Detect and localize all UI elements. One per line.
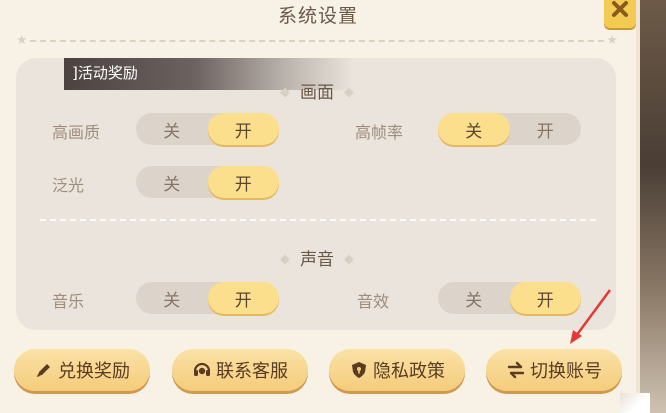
switch-account-button[interactable]: 切换账号: [486, 349, 622, 391]
toggle-music[interactable]: 关 开: [136, 282, 279, 314]
toggle-bloom[interactable]: 关 开: [136, 166, 279, 198]
section-title-text: 画面: [300, 83, 334, 103]
background-scene: [636, 0, 666, 413]
star-icon: ★: [606, 33, 618, 48]
diamond-icon: ◆: [344, 252, 354, 267]
setting-label-high-quality: 高画质: [52, 123, 101, 142]
annotation-arrow-icon: [570, 289, 612, 344]
toggle-option-off[interactable]: 关: [136, 113, 208, 145]
headset-icon: [192, 360, 212, 380]
header-divider: ★ ★: [16, 33, 618, 48]
swap-arrows-icon: [506, 360, 526, 380]
diamond-icon: ◆: [280, 252, 290, 267]
toggle-option-on[interactable]: 开: [510, 113, 582, 145]
toggle-option-off[interactable]: 关: [438, 282, 510, 314]
toggle-option-off[interactable]: 关: [438, 113, 510, 145]
toggle-high-framerate[interactable]: 关 开: [438, 113, 581, 145]
redeem-rewards-button[interactable]: 兑换奖励: [14, 349, 150, 391]
close-button[interactable]: [604, 0, 636, 28]
button-label: 切换账号: [530, 361, 602, 382]
diamond-icon: ◆: [344, 85, 354, 100]
toggle-option-off[interactable]: 关: [136, 282, 208, 314]
privacy-policy-button[interactable]: 隐私政策: [329, 349, 465, 391]
toggle-option-on[interactable]: 开: [207, 166, 279, 198]
star-icon: ★: [16, 33, 28, 48]
setting-label-music: 音乐: [52, 292, 85, 311]
setting-label-sound-effects: 音效: [357, 292, 390, 311]
section-title-sound: ◆ 声音 ◆: [0, 245, 634, 270]
toggle-option-off[interactable]: 关: [136, 166, 208, 198]
button-label: 隐私政策: [373, 361, 445, 382]
dialog-title: 系统设置: [277, 5, 358, 27]
setting-label-bloom: 泛光: [52, 176, 85, 195]
contact-support-button[interactable]: 联系客服: [172, 349, 308, 391]
button-label: 兑换奖励: [58, 361, 130, 382]
system-settings-dialog: 系统设置 ★ ★ ]活动奖励 ◆ 画面 ◆ 高画质 关 开 高帧率 关 开 泛光 关…: [0, 0, 640, 413]
page-curl: [620, 393, 650, 413]
button-label: 联系客服: [216, 361, 288, 382]
section-title-display: ◆ 画面 ◆: [0, 78, 634, 103]
setting-label-high-framerate: 高帧率: [355, 123, 404, 142]
section-divider: [40, 219, 596, 221]
close-x-icon: [610, 0, 630, 23]
shield-icon: [349, 360, 369, 380]
diamond-icon: ◆: [280, 85, 290, 100]
toggle-option-on[interactable]: 开: [207, 113, 279, 145]
toggle-option-on[interactable]: 开: [207, 282, 279, 314]
toggle-high-quality[interactable]: 关 开: [136, 113, 279, 145]
section-title-text: 声音: [300, 250, 334, 270]
pencil-icon: [34, 360, 54, 380]
